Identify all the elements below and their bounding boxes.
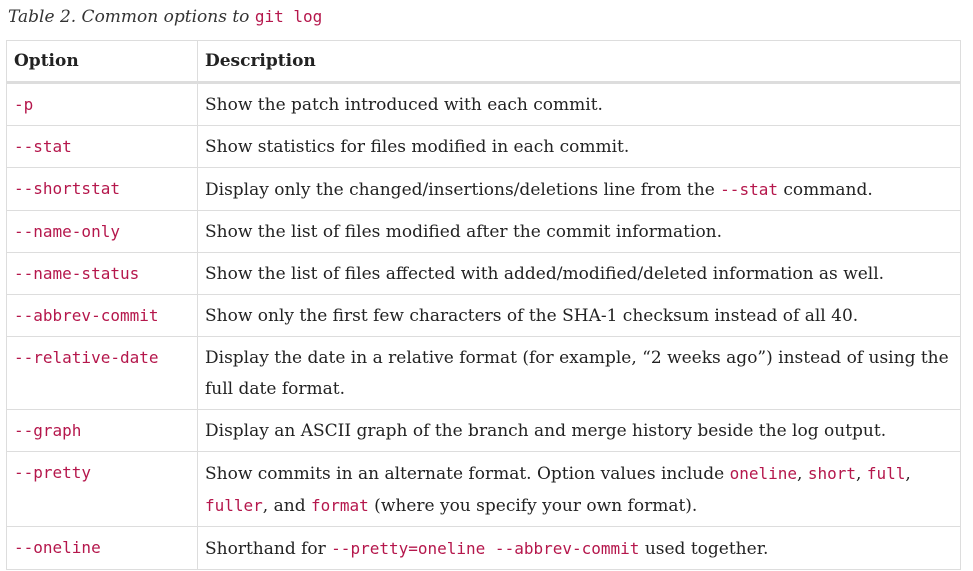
- option-cell: --graph: [6, 409, 198, 452]
- description-cell: Show the patch introduced with each comm…: [197, 82, 961, 126]
- table-body: -p Show the patch introduced with each co…: [6, 82, 961, 570]
- description-cell: Show the list of files modified after th…: [197, 210, 961, 253]
- description-code: --stat: [720, 180, 778, 199]
- description-code: full: [866, 464, 906, 483]
- table-row: -p Show the patch introduced with each co…: [6, 82, 961, 126]
- option-cell: --oneline: [6, 526, 198, 570]
- option-code: --abbrev-commit: [14, 306, 159, 325]
- table-row: --abbrev-commit Show only the first few c…: [6, 294, 961, 337]
- header-description: Description: [197, 40, 961, 84]
- description-text: Display only the changed/insertions/dele…: [205, 180, 721, 200]
- description-text: Shorthand for: [205, 539, 332, 559]
- description-text: Show the list of files affected with add…: [205, 264, 885, 284]
- description-cell: Show statistics for files modified in ea…: [197, 125, 961, 168]
- description-text: , and: [262, 496, 311, 516]
- table-row: --pretty Show commits in an alternate for…: [6, 451, 961, 527]
- option-code: --graph: [14, 421, 82, 440]
- option-code: --stat: [14, 137, 72, 156]
- description-text: command.: [777, 180, 873, 200]
- table-row: --oneline Shorthand for --pretty=oneline …: [6, 526, 961, 570]
- description-text: Show only the first few characters of th…: [205, 306, 859, 326]
- description-text: Show statistics for files modified in ea…: [205, 137, 630, 157]
- description-text: Show the patch introduced with each comm…: [205, 95, 603, 115]
- description-cell: Show commits in an alternate format. Opt…: [197, 451, 961, 527]
- description-text: Show the list of files modified after th…: [205, 222, 723, 242]
- option-cell: --pretty: [6, 451, 198, 527]
- option-code: --shortstat: [14, 179, 120, 198]
- option-cell: --stat: [6, 125, 198, 168]
- description-text: Display the date in a relative format (f…: [205, 348, 949, 399]
- description-cell: Show only the first few characters of th…: [197, 294, 961, 337]
- description-cell: Display an ASCII graph of the branch and…: [197, 409, 961, 452]
- table-row: --stat Show statistics for files modified…: [6, 125, 961, 168]
- options-table: Option Description -p Show the patch intr…: [6, 40, 961, 570]
- option-code: -p: [14, 95, 34, 114]
- description-code: fuller: [205, 496, 263, 515]
- description-cell: Display only the changed/insertions/dele…: [197, 167, 961, 211]
- option-code: --name-status: [14, 264, 140, 283]
- table-header-row: Option Description: [6, 40, 961, 84]
- description-code: short: [807, 464, 857, 483]
- caption-text: Table 2. Common options to: [8, 7, 255, 27]
- option-code: --name-only: [14, 222, 120, 241]
- description-text: used together.: [639, 539, 769, 559]
- option-cell: --name-only: [6, 210, 198, 253]
- option-cell: --shortstat: [6, 167, 198, 211]
- table-row: --graph Display an ASCII graph of the bra…: [6, 409, 961, 452]
- description-text: ,: [856, 464, 867, 484]
- option-cell: --relative-date: [6, 336, 198, 410]
- description-code: --pretty=oneline --abbrev-commit: [331, 539, 640, 558]
- description-text: ,: [797, 464, 808, 484]
- option-cell: --name-status: [6, 252, 198, 295]
- header-option: Option: [6, 40, 198, 84]
- table-row: --name-only Show the list of files modifi…: [6, 210, 961, 253]
- description-cell: Shorthand for --pretty=oneline --abbrev-…: [197, 526, 961, 570]
- table-caption: Table 2. Common options to git log: [8, 7, 322, 27]
- description-cell: Display the date in a relative format (f…: [197, 336, 961, 410]
- option-cell: -p: [6, 82, 198, 126]
- option-code: --pretty: [14, 463, 92, 482]
- description-code: oneline: [729, 464, 798, 483]
- table-row: --shortstat Display only the changed/inse…: [6, 167, 961, 211]
- table-row: --name-status Show the list of files affe…: [6, 252, 961, 295]
- option-code: --oneline: [14, 538, 101, 557]
- option-code: --relative-date: [14, 348, 159, 367]
- caption-code: git log: [254, 7, 323, 26]
- description-code: format: [310, 496, 369, 515]
- table-row: --relative-date Display the date in a rel…: [6, 336, 961, 410]
- description-text: ,: [905, 464, 911, 484]
- description-text: Display an ASCII graph of the branch and…: [205, 421, 887, 441]
- description-text: (where you specify your own format).: [368, 496, 698, 516]
- description-cell: Show the list of files affected with add…: [197, 252, 961, 295]
- option-cell: --abbrev-commit: [6, 294, 198, 337]
- description-text: Show commits in an alternate format. Opt…: [205, 464, 730, 484]
